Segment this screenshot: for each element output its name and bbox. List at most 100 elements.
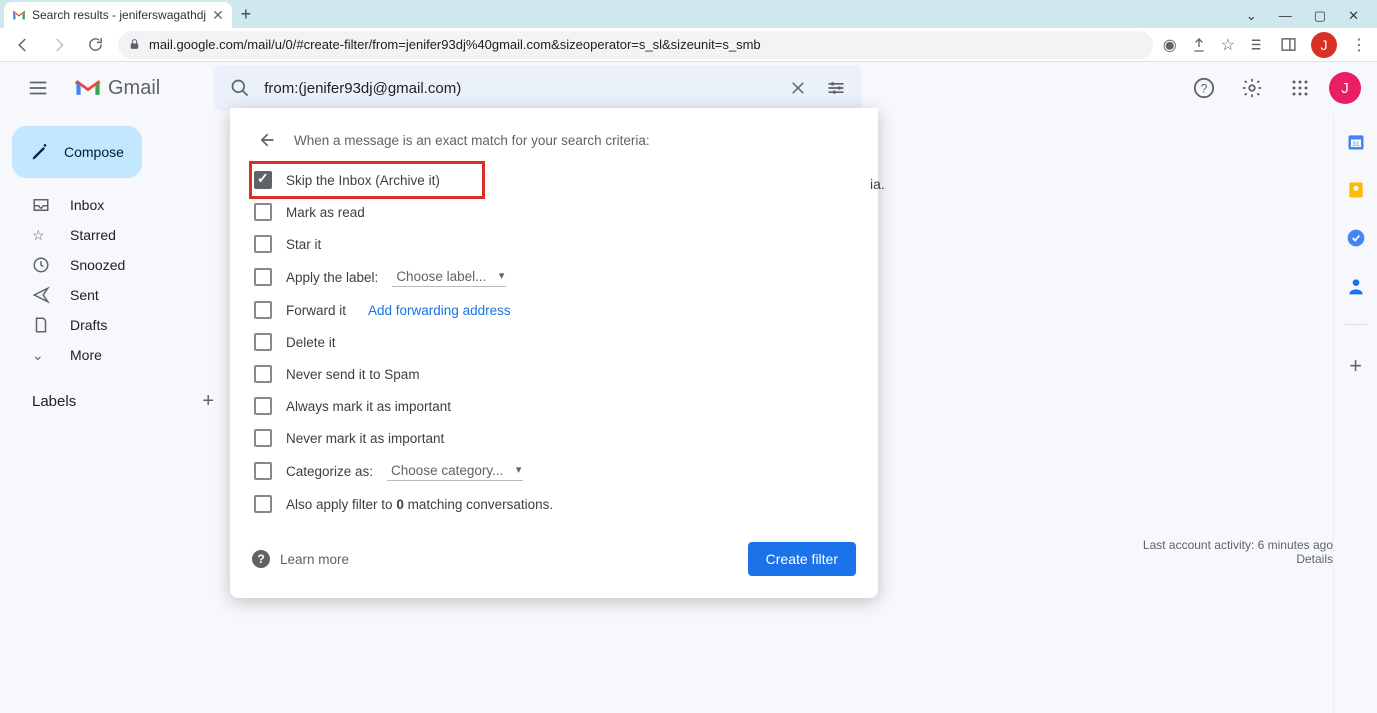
gmail-logo[interactable]: Gmail (74, 77, 160, 100)
chevron-down-icon[interactable]: ⌄ (1246, 8, 1257, 24)
background-text-fragment: ia. (870, 176, 885, 192)
search-options-icon[interactable] (822, 74, 850, 102)
close-window-icon[interactable]: ✕ (1348, 8, 1359, 24)
nav-sent[interactable]: Sent (8, 280, 230, 310)
activity-line: Last account activity: 6 minutes ago (1143, 538, 1333, 552)
filter-option-delete[interactable]: Delete it (252, 326, 856, 358)
filter-option-forward[interactable]: Forward it Add forwarding address (252, 294, 856, 326)
tab-close-icon[interactable]: ✕ (212, 7, 224, 24)
checkbox-forward[interactable] (254, 301, 272, 319)
bookmark-star-icon[interactable]: ☆ (1221, 35, 1235, 55)
checkbox-categorize[interactable] (254, 462, 272, 480)
create-filter-button[interactable]: Create filter (748, 542, 856, 576)
reading-list-icon[interactable] (1249, 36, 1266, 53)
gmail-favicon (12, 8, 26, 22)
google-apps-icon[interactable] (1281, 69, 1319, 107)
filter-back-button[interactable] (252, 126, 280, 154)
filter-option-always-important[interactable]: Always mark it as important (252, 390, 856, 422)
chevron-down-icon: ⌄ (32, 347, 52, 364)
filter-option-star[interactable]: Star it (252, 228, 856, 260)
back-button[interactable] (10, 32, 36, 58)
add-forwarding-link[interactable]: Add forwarding address (368, 303, 511, 318)
pencil-icon (30, 142, 50, 162)
browser-tab[interactable]: Search results - jeniferswagathdj ✕ (4, 2, 232, 28)
get-addons-button[interactable]: + (1349, 353, 1362, 379)
side-panel: 31 + (1333, 114, 1377, 713)
side-panel-icon[interactable] (1280, 36, 1297, 53)
help-icon: ? (252, 550, 270, 568)
checkbox-star[interactable] (254, 235, 272, 253)
send-icon (32, 286, 52, 304)
settings-gear-icon[interactable] (1233, 69, 1271, 107)
filter-option-skip-inbox[interactable]: Skip the Inbox (Archive it) (252, 164, 482, 196)
star-icon: ☆ (32, 227, 52, 244)
checkbox-never-important[interactable] (254, 429, 272, 447)
search-input[interactable] (264, 80, 774, 97)
filter-option-mark-read[interactable]: Mark as read (252, 196, 856, 228)
omnibox[interactable]: mail.google.com/mail/u/0/#create-filter/… (118, 31, 1153, 59)
clear-search-icon[interactable] (784, 74, 812, 102)
chrome-menu-icon[interactable]: ⋮ (1351, 35, 1367, 55)
tasks-icon[interactable] (1346, 228, 1366, 248)
url-text: mail.google.com/mail/u/0/#create-filter/… (149, 37, 761, 52)
nav-more[interactable]: ⌄More (8, 340, 230, 370)
label-dropdown[interactable]: Choose label... (392, 267, 506, 287)
gmail-app: Gmail ? J Compose Inbox ☆Starred Snoozed… (0, 62, 1377, 713)
tab-title: Search results - jeniferswagathdj (32, 8, 206, 22)
contacts-icon[interactable] (1346, 276, 1366, 296)
clock-icon (32, 256, 52, 274)
filter-option-also-apply[interactable]: Also apply filter to 0 matching conversa… (252, 488, 856, 520)
svg-text:31: 31 (1352, 141, 1360, 148)
minimize-icon[interactable]: — (1279, 8, 1292, 24)
inbox-icon (32, 196, 52, 214)
filter-option-never-spam[interactable]: Never send it to Spam (252, 358, 856, 390)
account-avatar[interactable]: J (1329, 72, 1361, 104)
labels-heading: Labels (32, 393, 76, 410)
main-menu-button[interactable] (16, 66, 60, 110)
eye-icon[interactable]: ◉ (1163, 35, 1177, 55)
activity-details-link[interactable]: Details (1143, 552, 1333, 566)
browser-address-bar: mail.google.com/mail/u/0/#create-filter/… (0, 28, 1377, 62)
share-icon[interactable] (1191, 37, 1207, 53)
forward-button[interactable] (46, 32, 72, 58)
filter-option-never-important[interactable]: Never mark it as important (252, 422, 856, 454)
maximize-icon[interactable]: ▢ (1314, 8, 1326, 24)
file-icon (32, 316, 52, 334)
compose-button[interactable]: Compose (12, 126, 142, 178)
checkbox-apply-label[interactable] (254, 268, 272, 286)
checkbox-delete[interactable] (254, 333, 272, 351)
category-dropdown[interactable]: Choose category... (387, 461, 523, 481)
rail-divider (1345, 324, 1367, 325)
support-icon[interactable]: ? (1185, 69, 1223, 107)
filter-heading: When a message is an exact match for you… (294, 133, 650, 148)
calendar-icon[interactable]: 31 (1346, 132, 1366, 152)
gmail-header: Gmail ? J (0, 62, 1377, 114)
main-panel: When a message is an exact match for you… (230, 114, 1333, 713)
checkbox-also-apply[interactable] (254, 495, 272, 513)
search-icon[interactable] (226, 74, 254, 102)
filter-option-categorize[interactable]: Categorize as: Choose category... (252, 454, 856, 488)
account-activity: Last account activity: 6 minutes ago Det… (1143, 538, 1333, 566)
keep-icon[interactable] (1346, 180, 1366, 200)
filter-option-apply-label[interactable]: Apply the label: Choose label... (252, 260, 856, 294)
search-bar (214, 65, 862, 111)
browser-tabstrip: Search results - jeniferswagathdj ✕ + ⌄ … (0, 0, 1377, 28)
add-label-button[interactable]: + (202, 390, 214, 413)
nav-inbox[interactable]: Inbox (8, 190, 230, 220)
nav-drafts[interactable]: Drafts (8, 310, 230, 340)
reload-button[interactable] (82, 32, 108, 58)
chrome-profile-avatar[interactable]: J (1311, 32, 1337, 58)
new-tab-button[interactable]: + (232, 0, 260, 28)
checkbox-mark-read[interactable] (254, 203, 272, 221)
checkbox-always-important[interactable] (254, 397, 272, 415)
compose-label: Compose (64, 144, 124, 160)
lock-icon (128, 38, 141, 51)
gmail-wordmark: Gmail (108, 77, 160, 100)
checkbox-never-spam[interactable] (254, 365, 272, 383)
checkbox-skip-inbox[interactable] (254, 171, 272, 189)
nav-snoozed[interactable]: Snoozed (8, 250, 230, 280)
svg-text:?: ? (1201, 82, 1208, 96)
learn-more-link[interactable]: ? Learn more (252, 550, 349, 568)
sidebar: Compose Inbox ☆Starred Snoozed Sent Draf… (0, 114, 230, 713)
nav-starred[interactable]: ☆Starred (8, 220, 230, 250)
